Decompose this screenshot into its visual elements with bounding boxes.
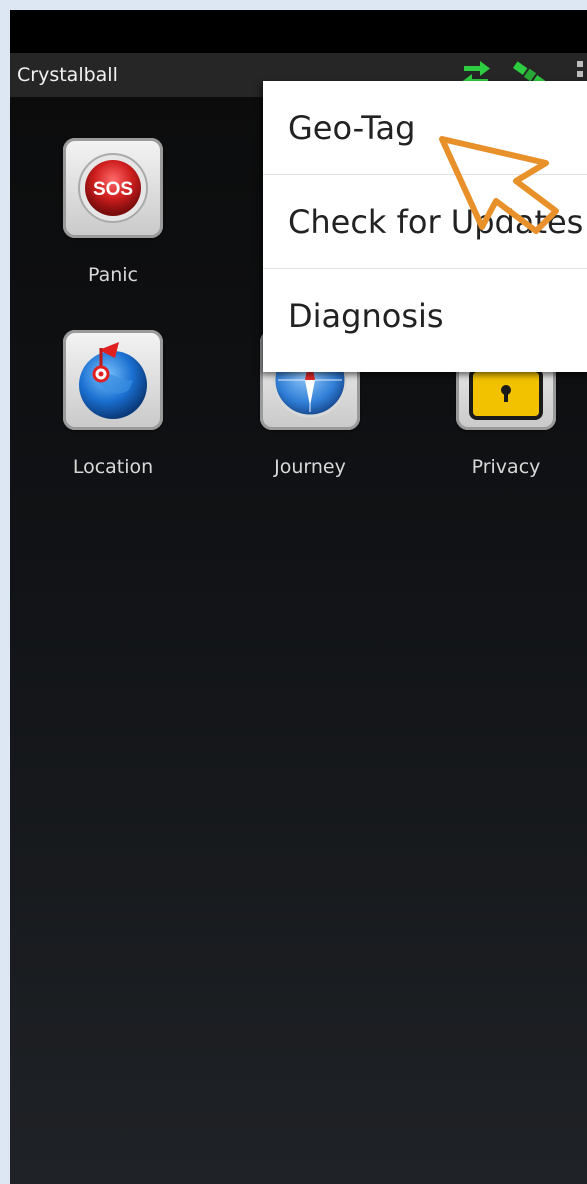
grid-label-privacy: Privacy — [471, 456, 541, 478]
status-bar — [10, 10, 587, 53]
grid-label-location: Location — [72, 456, 154, 478]
sos-icon: SOS — [78, 153, 148, 223]
menu-item-diagnosis[interactable]: Diagnosis — [263, 269, 587, 362]
globe-pin-icon — [79, 342, 147, 419]
grid-label-panic: Panic — [87, 264, 138, 286]
sos-text: SOS — [93, 179, 133, 200]
location-tile[interactable] — [63, 330, 163, 430]
grid-item-location[interactable]: Location — [33, 330, 193, 478]
app-title: Crystalball — [17, 64, 118, 86]
grid-item-panic[interactable]: SOS Panic — [33, 138, 193, 286]
pointer-cursor-icon — [439, 136, 559, 234]
phone-screen: Crystalball SOS Panic Location Journey P… — [10, 10, 587, 1184]
panic-tile[interactable]: SOS — [63, 138, 163, 238]
grid-label-journey: Journey — [274, 456, 346, 478]
